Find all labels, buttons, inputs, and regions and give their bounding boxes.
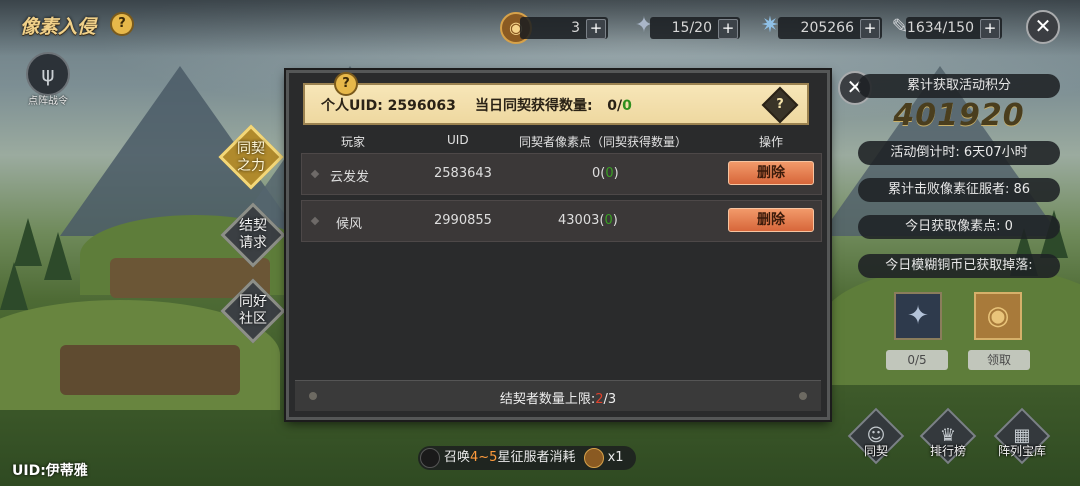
player-name: 候风 [336, 217, 363, 232]
resource-value: 205266 [800, 20, 854, 36]
col-uid: UID [447, 133, 469, 147]
tab-community-label: 同好 社区 [239, 294, 267, 327]
event-title: 像素入侵 [20, 16, 97, 38]
player-points: 43003(0) [558, 213, 618, 228]
today-coins: 今日模糊铜币已获取掉落: [858, 254, 1060, 278]
add-crest-button[interactable]: + [718, 19, 738, 39]
tree [14, 218, 42, 266]
col-points: 同契者像素点（同契获得数量） [519, 135, 688, 149]
row-bullet [310, 169, 320, 179]
crest-progress: 0/5 [886, 350, 948, 370]
gain-value: 0 [605, 166, 614, 181]
total-score: 401920 [893, 98, 1025, 133]
summon-range: 4~5 [470, 450, 498, 465]
close-event-button[interactable]: ✕ [1026, 10, 1060, 44]
resource-stargear: 205266 + [778, 17, 882, 39]
nav-label: 排行榜 [929, 444, 966, 458]
trident-icon: ψ [26, 52, 70, 96]
limit-max: /3 [603, 392, 617, 407]
limit-label: 结契者数量上限: [499, 392, 596, 407]
user-uid: UID:伊蒂雅 [12, 463, 88, 479]
personal-uid: 个人UID: 2596063 [321, 95, 456, 115]
resource-value: 15/20 [671, 20, 712, 36]
summon-count: x1 [607, 450, 624, 465]
player-points: 0(0) [592, 166, 619, 181]
tree [44, 232, 72, 280]
resource-crest: 15/20 + [650, 17, 740, 39]
resource-value: 3 [571, 20, 580, 36]
delete-button[interactable]: 删除 [728, 161, 814, 185]
nav-treasury[interactable]: ▦ 阵列宝库 [993, 407, 1051, 466]
resource-feather: 1634/150 + [906, 17, 1002, 39]
daily-max: 0 [622, 98, 632, 114]
personal-info-bar: 个人UID: 2596063 当日同契获得数量: 0/0 ? [303, 83, 809, 125]
add-feather-button[interactable]: + [980, 19, 1000, 39]
row-bullet [310, 216, 320, 226]
player-uid: 2583643 [434, 166, 492, 181]
limit-current: 2 [595, 392, 604, 407]
daily-current: 0 [607, 98, 617, 114]
resource-coin: 3 + [520, 17, 608, 39]
resource-value: 1634/150 [906, 20, 974, 36]
table-row: 云发发 2583643 0(0) 删除 [301, 153, 822, 195]
contract-panel: 个人UID: 2596063 当日同契获得数量: 0/0 ? 玩家 UID 同契… [286, 70, 830, 420]
player-uid: 2990855 [434, 213, 492, 228]
tab-contract-power-label: 同契 之力 [237, 141, 265, 174]
player-name: 云发发 [330, 170, 370, 185]
col-action: 操作 [759, 135, 784, 149]
cliff [60, 345, 240, 395]
today-points: 今日获取像素点: 0 [858, 215, 1060, 239]
nav-label: 同契 [863, 444, 888, 458]
summon-icon [420, 447, 440, 468]
coin-icon [583, 447, 604, 468]
summon-post: 星征服者消耗 [497, 450, 576, 465]
hill [820, 265, 1080, 385]
add-stargear-button[interactable]: + [860, 19, 880, 39]
title-help-icon[interactable]: ? [110, 12, 134, 36]
tree [0, 262, 28, 310]
question-icon: ? [776, 97, 784, 112]
countdown: 活动倒计时: 6天07小时 [858, 141, 1060, 165]
contractor-limit-bar: 结契者数量上限:2/3 [295, 380, 821, 411]
points-value: 0 [592, 166, 601, 181]
points-value: 43003 [558, 213, 600, 228]
table-row: 候风 2990855 43003(0) 删除 [301, 200, 822, 242]
decor-dot [799, 392, 807, 400]
score-label: 累计获取活动积分 [858, 74, 1060, 98]
col-player: 玩家 [341, 135, 366, 149]
nav-label: 阵列宝库 [997, 444, 1046, 458]
info-help-button[interactable]: ? [761, 86, 799, 124]
formation-pass-label: 点阵战令 [28, 96, 68, 107]
panel-help-icon[interactable]: ? [334, 72, 358, 96]
top-bar: 像素入侵 ? ◉ 3 + ✦ 15/20 + ✷ 205266 + ✎ 1634… [0, 0, 1080, 56]
uid-value: 2596063 [387, 98, 456, 114]
daily-label: 当日同契获得数量: [475, 98, 593, 114]
nav-leaderboard[interactable]: ♛ 排行榜 [919, 407, 977, 466]
delete-button[interactable]: 删除 [728, 208, 814, 232]
gain-value: 0 [604, 213, 613, 228]
uid-label: 个人UID: [321, 98, 383, 114]
add-coin-button[interactable]: + [586, 19, 606, 39]
tab-contract-request-label: 结契 请求 [239, 218, 267, 251]
nav-contract[interactable]: ☺ 同契 [847, 407, 905, 466]
summon-cost-bar[interactable]: 召唤4~5星征服者消耗 x1 [418, 446, 636, 470]
summon-pre: 召唤 [444, 450, 471, 465]
defeated-count: 累计击败像素征服者: 86 [858, 178, 1060, 202]
bronze-coin-icon: ◉ [974, 292, 1022, 340]
daily-contract-count: 当日同契获得数量: 0/0 [475, 95, 632, 115]
contractor-limit: 结契者数量上限:2/3 [295, 388, 821, 407]
formation-pass-button[interactable]: ψ 点阵战令 [20, 52, 76, 107]
dark-crest-icon: ✦ [894, 292, 942, 340]
claim-button[interactable]: 领取 [968, 350, 1030, 370]
